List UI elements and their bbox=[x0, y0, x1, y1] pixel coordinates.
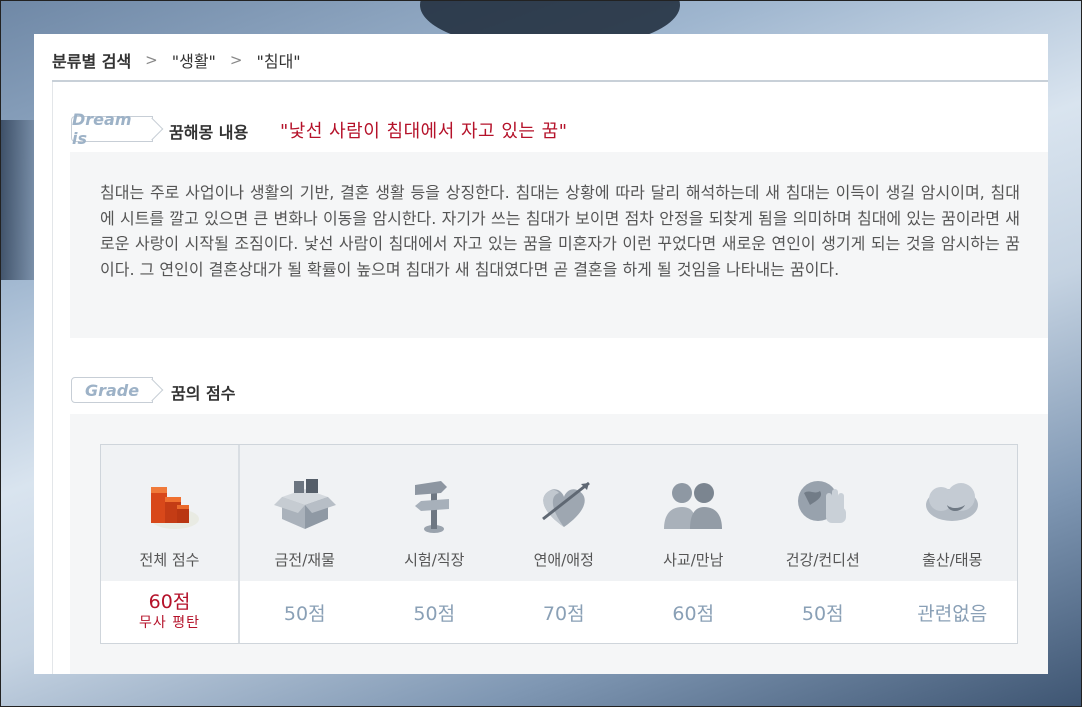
grade-score-birth: 관련없음 bbox=[917, 602, 988, 625]
breadcrumb-level2[interactable]: "침대" bbox=[257, 48, 301, 72]
grade-score-health: 50점 bbox=[801, 602, 844, 625]
chevron-right-icon: > bbox=[145, 51, 158, 69]
grade-label-health: 건강/컨디션 bbox=[785, 551, 860, 569]
content-panel: 분류별 검색 > "생활" > "침대" Dream is 꿈해몽 내용 "낯선… bbox=[34, 34, 1048, 674]
grade-col-total: 전체 점수 60점 무사 평탄 bbox=[101, 445, 240, 643]
grade-col-exam: 시험/직장 50점 bbox=[369, 445, 499, 643]
grade-tag: Grade bbox=[71, 377, 153, 403]
grade-col-social: 사교/만남 60점 bbox=[628, 445, 758, 643]
breadcrumb-root[interactable]: 분류별 검색 bbox=[52, 48, 131, 72]
dream-content-box: 침대는 주로 사업이나 생활의 기반, 결혼 생활 등을 상징한다. 침대는 상… bbox=[70, 152, 1048, 338]
grade-score-love: 70점 bbox=[542, 602, 585, 625]
grade-score-money: 50점 bbox=[283, 602, 326, 625]
grade-score-social: 60점 bbox=[672, 602, 715, 625]
grade-label-total: 전체 점수 bbox=[139, 551, 200, 569]
divider bbox=[52, 80, 1048, 82]
grade-verdict: 무사 평탄 bbox=[139, 615, 200, 631]
grade-score-total: 60점 bbox=[148, 591, 191, 613]
breadcrumb-level1[interactable]: "생활" bbox=[172, 48, 216, 72]
grade-table: 전체 점수 60점 무사 평탄 금전/재물 50점 시험/직장 50점 연애/애… bbox=[100, 444, 1018, 644]
grade-col-love: 연애/애정 70점 bbox=[499, 445, 629, 643]
total-blocks-icon bbox=[150, 487, 199, 529]
moon-cloud-icon bbox=[926, 483, 979, 521]
globe-hand-icon bbox=[797, 481, 846, 523]
grade-col-birth: 출산/태몽 관련없음 bbox=[887, 445, 1017, 643]
grade-label-money: 금전/재물 bbox=[274, 551, 335, 569]
grade-col-health: 건강/컨디션 50점 bbox=[758, 445, 888, 643]
dream-title: "낯선 사람이 침대에서 자고 있는 꿈" bbox=[280, 121, 568, 142]
section-title-dream: 꿈해몽 내용 bbox=[169, 123, 249, 142]
grade-score-exam: 50점 bbox=[413, 602, 456, 625]
signpost-icon bbox=[415, 481, 450, 533]
section-title-grade: 꿈의 점수 bbox=[171, 384, 236, 403]
grade-label-love: 연애/애정 bbox=[533, 551, 594, 569]
dream-content-text: 침대는 주로 사업이나 생활의 기반, 결혼 생활 등을 상징한다. 침대는 상… bbox=[100, 183, 1020, 279]
breadcrumb: 분류별 검색 > "생활" > "침대" bbox=[52, 47, 1048, 73]
dream-is-tag: Dream is bbox=[71, 110, 153, 148]
money-box-icon bbox=[273, 479, 336, 529]
grade-col-money: 금전/재물 50점 bbox=[240, 445, 370, 643]
chevron-right-icon: > bbox=[229, 51, 243, 69]
people-icon bbox=[664, 483, 723, 529]
grade-label-birth: 출산/태몽 bbox=[922, 551, 983, 569]
divider bbox=[52, 82, 53, 674]
grade-label-exam: 시험/직장 bbox=[404, 551, 465, 569]
grade-box: 전체 점수 60점 무사 평탄 금전/재물 50점 시험/직장 50점 연애/애… bbox=[70, 414, 1048, 674]
grade-label-social: 사교/만남 bbox=[663, 551, 724, 569]
heart-arrow-icon bbox=[541, 481, 590, 527]
